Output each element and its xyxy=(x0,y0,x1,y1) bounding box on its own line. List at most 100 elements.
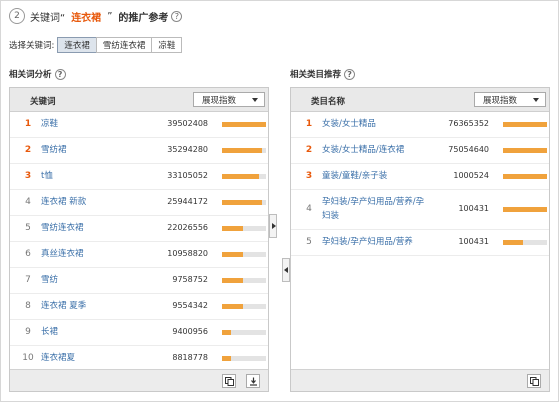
list-item: 1 凉鞋 39502408 xyxy=(10,112,268,138)
metric-dropdown-value: 展现指数 xyxy=(202,95,237,106)
item-link[interactable]: 长裙 xyxy=(41,326,58,338)
index-value: 1000524 xyxy=(453,171,489,180)
help-icon[interactable]: ? xyxy=(171,10,183,22)
index-value: 10958820 xyxy=(167,249,208,258)
index-bar xyxy=(222,200,266,205)
index-value: 75054640 xyxy=(448,145,489,154)
rank-number: 5 xyxy=(306,237,312,247)
index-bar xyxy=(222,356,266,361)
collapse-toggle[interactable] xyxy=(282,258,290,282)
index-value: 9758752 xyxy=(172,275,208,284)
item-link[interactable]: 女装/女士精品 xyxy=(322,118,376,130)
index-bar xyxy=(222,304,266,309)
keyword-option-button[interactable]: 雪纺连衣裙 xyxy=(95,37,153,53)
rank-number: 10 xyxy=(22,353,34,363)
list-item: 3 t恤 33105052 xyxy=(10,164,268,190)
related-words-header: 关键词 展现指数 xyxy=(10,88,268,112)
related-words-footer xyxy=(10,369,268,391)
triangle-left-icon xyxy=(284,267,288,273)
item-link[interactable]: 孕妇装/孕产妇用品/营养/孕 xyxy=(322,196,424,208)
metric-dropdown[interactable]: 展现指数 xyxy=(474,92,546,107)
item-link[interactable]: t恤 xyxy=(41,170,53,182)
item-link[interactable]: 雪纺 xyxy=(41,274,58,286)
item-link[interactable]: 妇装 xyxy=(322,210,339,222)
index-value: 76365352 xyxy=(448,119,489,128)
index-bar xyxy=(503,174,547,179)
index-bar-fill xyxy=(222,148,262,153)
rank-number: 9 xyxy=(25,327,31,337)
rank-number: 4 xyxy=(306,204,312,214)
item-link[interactable]: 连衣裙 新款 xyxy=(41,196,86,208)
index-bar xyxy=(222,226,266,231)
index-bar xyxy=(503,122,547,127)
index-bar-fill xyxy=(222,304,244,309)
related-words-title-text: 相关词分析 xyxy=(9,70,52,80)
index-bar-fill xyxy=(222,356,231,361)
index-bar-fill xyxy=(503,240,523,245)
item-link[interactable]: 孕妇装/孕产妇用品/营养 xyxy=(322,236,413,248)
item-link[interactable]: 女装/女士精品/连衣裙 xyxy=(322,144,404,156)
index-value: 35294280 xyxy=(167,145,208,154)
index-bar-fill xyxy=(222,226,244,231)
index-bar-fill xyxy=(222,330,231,335)
help-icon[interactable]: ? xyxy=(344,68,356,80)
related-categories-header: 类目名称 展现指数 xyxy=(291,88,549,112)
copy-icon[interactable] xyxy=(222,374,236,388)
index-bar xyxy=(222,252,266,257)
item-link[interactable]: 雪纺裙 xyxy=(41,144,67,156)
item-link[interactable]: 连衣裙 夏季 xyxy=(41,300,86,312)
chevron-down-icon xyxy=(533,98,539,102)
index-bar xyxy=(222,330,266,335)
section-header: 2 关键词“ 连衣裙 ” 的推广参考 ? xyxy=(9,7,183,25)
category-column-header: 类目名称 xyxy=(311,97,346,107)
list-item: 2 女装/女士精品/连衣裙 75054640 xyxy=(291,138,549,164)
download-icon[interactable] xyxy=(246,374,260,388)
rank-number: 3 xyxy=(24,171,32,181)
rank-number: 5 xyxy=(25,223,31,233)
related-categories-title: 相关类目推荐 ? xyxy=(290,68,356,80)
related-categories-footer xyxy=(291,369,549,391)
keyword-column-header: 关键词 xyxy=(30,97,56,107)
rank-number: 1 xyxy=(305,119,313,129)
item-link[interactable]: 真丝连衣裙 xyxy=(41,248,84,260)
rank-number: 2 xyxy=(305,145,313,155)
item-link[interactable]: 凉鞋 xyxy=(41,118,58,130)
related-categories-title-text: 相关类目推荐 xyxy=(290,70,342,80)
index-bar xyxy=(222,174,266,179)
index-value: 8818778 xyxy=(172,353,208,362)
list-item: 2 雪纺裙 35294280 xyxy=(10,138,268,164)
header-suffix: ” xyxy=(107,10,113,22)
index-bar xyxy=(503,240,547,245)
index-bar-fill xyxy=(503,122,547,127)
keyword-option-button[interactable]: 连衣裙 xyxy=(57,37,97,53)
keyword-option-button[interactable]: 凉鞋 xyxy=(151,37,183,53)
index-value: 33105052 xyxy=(167,171,208,180)
index-bar-fill xyxy=(222,174,260,179)
keyword-selector: 选择关键词: 连衣裙 雪纺连衣裙 凉鞋 xyxy=(9,36,183,54)
help-icon[interactable]: ? xyxy=(54,68,66,80)
rank-number: 4 xyxy=(25,197,31,207)
list-item: 5 孕妇装/孕产妇用品/营养 100431 xyxy=(291,230,549,256)
index-bar-fill xyxy=(222,200,262,205)
related-words-title: 相关词分析 ? xyxy=(9,68,66,80)
item-link[interactable]: 雪纺连衣裙 xyxy=(41,222,84,234)
list-item: 4 孕妇装/孕产妇用品/营养/孕 妇装 100431 xyxy=(291,190,549,230)
index-bar xyxy=(222,148,266,153)
header-prefix: 关键词“ xyxy=(30,12,66,24)
item-link[interactable]: 连衣裙夏 xyxy=(41,352,75,364)
list-item: 7 雪纺 9758752 xyxy=(10,268,268,294)
list-item: 8 连衣裙 夏季 9554342 xyxy=(10,294,268,320)
list-item: 5 雪纺连衣裙 22026556 xyxy=(10,216,268,242)
index-value: 9554342 xyxy=(172,301,208,310)
index-bar xyxy=(222,278,266,283)
index-bar-fill xyxy=(503,148,547,153)
index-value: 39502408 xyxy=(167,119,208,128)
item-link[interactable]: 童装/童鞋/亲子装 xyxy=(322,170,387,182)
rank-number: 3 xyxy=(305,171,313,181)
metric-dropdown[interactable]: 展现指数 xyxy=(193,92,265,107)
copy-icon[interactable] xyxy=(527,374,541,388)
expand-toggle[interactable] xyxy=(269,214,277,238)
index-bar xyxy=(503,148,547,153)
index-bar-fill xyxy=(503,174,547,179)
related-words-panel: 关键词 展现指数 1 凉鞋 39502408 2 雪纺裙 35294280 3 t恤 33105… xyxy=(9,87,269,392)
